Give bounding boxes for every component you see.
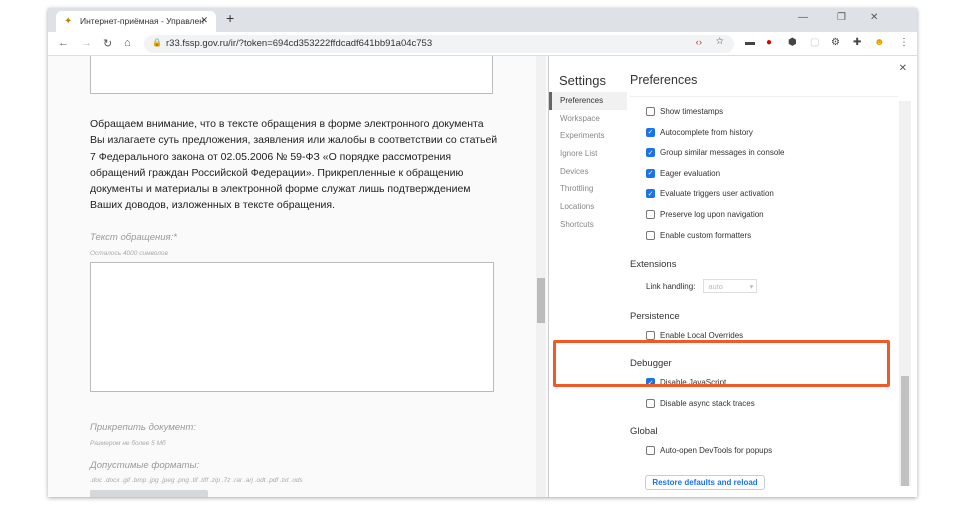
checkbox[interactable] [646,210,655,219]
chars-left: Осталось 4000 символов [90,250,168,257]
address-bar[interactable]: 🔒 r33.fssp.gov.ru/ir/?token=694cd353222f… [144,35,734,53]
checkbox-checked[interactable]: ✓ [646,148,655,158]
notice-text: Обращаем внимание, что в тексте обращени… [90,118,498,212]
toolbar: ← → ↻ ⌂ 🔒 r33.fssp.gov.ru/ir/?token=694c… [48,32,917,56]
bookmark-star-icon[interactable]: ☆ [715,36,724,47]
browser-window: ✦ Интернет-приёмная - Управлен ✕ + — ❐ ✕… [48,8,917,497]
restore-button[interactable]: ❐ [837,12,846,23]
sidebar-item-locations[interactable]: Locations [549,198,627,216]
console-option-checkbox[interactable]: Show timestamps [646,107,723,116]
checkbox-checked[interactable]: ✓ [646,127,655,137]
attach-hint: Размером не более 5 Мб [90,440,166,447]
checkbox[interactable] [646,399,655,408]
checkbox[interactable] [646,331,655,340]
option-label: Disable async stack traces [660,399,755,408]
sidebar-item-devices[interactable]: Devices [549,163,627,181]
new-tab-button[interactable]: + [226,10,234,26]
option-label: Enable custom formatters [660,230,752,240]
reload-icon[interactable]: ↻ [103,37,112,50]
tab-title: Интернет-приёмная - Управлен [80,16,204,26]
settings-title: Settings [559,73,606,88]
console-option-checkbox[interactable]: Preserve log upon navigation [646,210,764,219]
option-label: Show timestamps [660,107,724,116]
close-tab-icon[interactable]: ✕ [200,15,208,26]
page-scrollbar[interactable] [536,56,546,497]
scroll-thumb[interactable] [901,376,909,486]
sidebar-item-workspace[interactable]: Workspace [549,110,627,128]
option-label: Preserve log upon navigation [660,210,764,219]
close-settings-icon[interactable]: ✕ [899,63,907,74]
link-handling-label: Link handling: [646,281,696,291]
restore-defaults-button[interactable]: Restore defaults and reload [645,475,765,490]
sidebar-item-preferences[interactable]: Preferences [549,92,627,110]
link-handling-value: auto [708,282,723,291]
previous-input-box[interactable] [90,56,493,94]
auto-open-devtools-checkbox[interactable]: Auto-open DevTools for popups [646,446,772,455]
settings-scrollbar[interactable] [899,101,911,486]
terminal-extension-icon[interactable]: ▬ [745,37,755,48]
minimize-button[interactable]: — [798,12,808,23]
preferences-title: Preferences [630,73,698,87]
console-option-checkbox[interactable]: ✓ Autocomplete from history [646,127,753,137]
profile-avatar[interactable]: ☻ [874,37,885,48]
attach-button[interactable] [90,490,208,497]
console-option-checkbox[interactable]: ✓ Group similar messages in console [646,148,785,158]
settings-sidebar: Preferences Workspace Experiments Ignore… [549,92,627,234]
option-label: Auto-open DevTools for popups [660,446,773,455]
persistence-heading: Persistence [630,311,680,322]
sidebar-item-ignore-list[interactable]: Ignore List [549,145,627,163]
extensions-heading: Extensions [630,259,677,270]
menu-icon[interactable]: ⋮ [899,37,909,48]
javascript-blocked-icon[interactable]: ‹› [696,37,702,48]
home-icon[interactable]: ⌂ [124,37,131,49]
checkbox[interactable] [646,107,655,116]
option-label: Autocomplete from history [660,127,753,137]
devtools-settings: ✕ Settings Preferences Workspace Experim… [548,56,917,497]
enable-local-overrides-checkbox[interactable]: Enable Local Overrides [646,331,743,340]
site-emblem-icon: ✦ [64,16,73,27]
scroll-thumb[interactable] [537,278,545,323]
formats-list: .doc .docx .gif .bmp .jpg .jpeg .png .ti… [90,477,303,484]
console-option-checkbox[interactable]: ✓ Evaluate triggers user activation [646,189,774,199]
checkbox-checked[interactable]: ✓ [646,168,655,178]
extension-icon[interactable]: ▢ [810,37,819,48]
text-label: Текст обращения:* [90,232,177,243]
attach-label: Прикрепить документ: [90,422,196,433]
lock-icon: 🔒 [152,38,162,47]
preferences-panel: Show timestamps ✓ Autocomplete from histor… [630,96,898,496]
option-label: Group similar messages in console [660,148,785,158]
checkbox[interactable] [646,230,655,240]
chevron-down-icon: ▾ [749,282,754,291]
appeal-textarea[interactable] [90,262,494,392]
highlight-box [553,340,890,387]
browser-tab[interactable]: ✦ Интернет-приёмная - Управлен ✕ [56,11,216,32]
formats-label: Допустимые форматы: [90,460,200,471]
option-label: Enable Local Overrides [660,331,744,340]
gear-extension-icon[interactable]: ⚙ [831,37,840,48]
adblock-icon[interactable]: ● [766,37,772,48]
console-option-checkbox[interactable]: Enable custom formatters [646,230,752,240]
option-label: Eager evaluation [660,168,721,178]
back-icon[interactable]: ← [58,37,69,49]
sidebar-item-throttling[interactable]: Throttling [549,180,627,198]
tab-bar: ✦ Интернет-приёмная - Управлен ✕ + — ❐ ✕ [48,8,917,32]
option-label: Evaluate triggers user activation [660,189,774,199]
extensions-puzzle-icon[interactable]: ✚ [853,37,861,48]
sidebar-item-shortcuts[interactable]: Shortcuts [549,216,627,234]
sidebar-item-experiments[interactable]: Experiments [549,127,627,145]
disable-async-stack-traces-checkbox[interactable]: Disable async stack traces [646,399,755,408]
global-heading: Global [630,426,658,437]
web-page: Обращаем внимание, что в тексте обращени… [48,56,548,497]
checkbox-checked[interactable]: ✓ [646,189,655,199]
url-text: r33.fssp.gov.ru/ir/?token=694cd353222ffd… [166,38,433,49]
angular-extension-icon[interactable]: ⬢ [788,37,797,48]
forward-icon[interactable]: → [81,37,92,49]
link-handling-select[interactable]: auto ▾ [703,279,758,293]
checkbox[interactable] [646,446,655,455]
close-window-button[interactable]: ✕ [870,12,878,23]
console-option-checkbox[interactable]: ✓ Eager evaluation [646,168,721,178]
